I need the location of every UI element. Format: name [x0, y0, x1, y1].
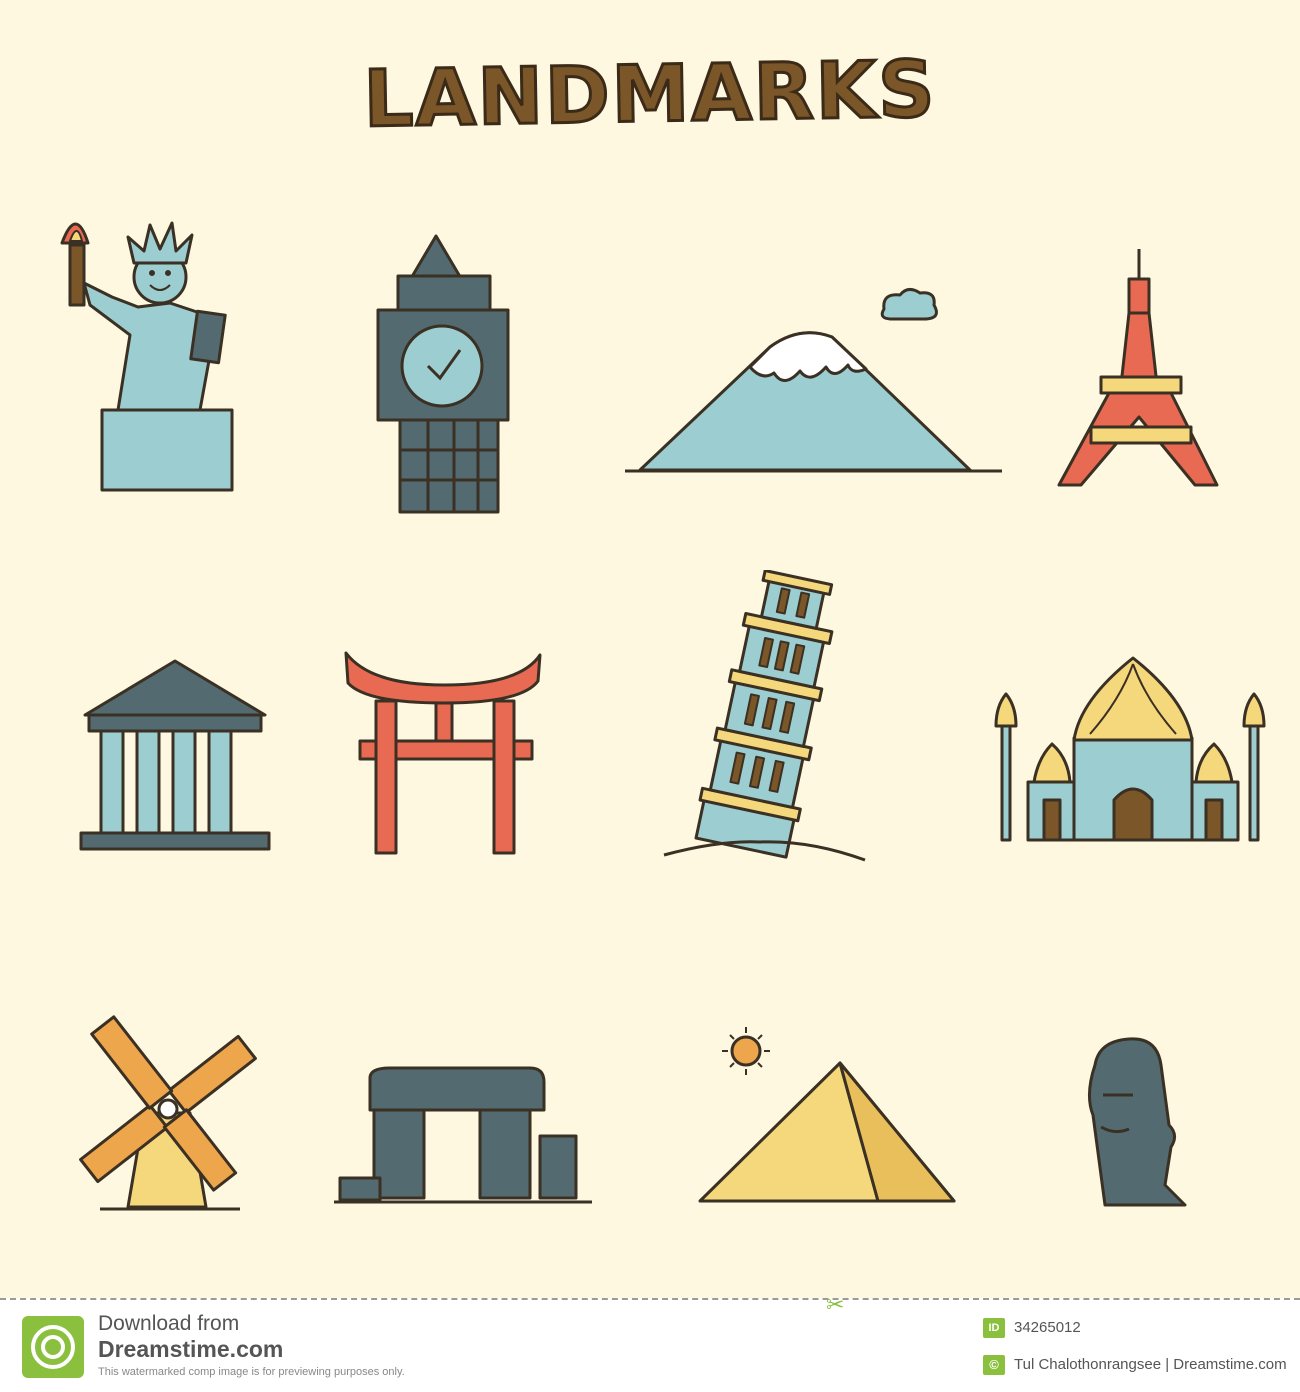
author-credit: Tul Chalothonrangsee | Dreamstime.com — [1014, 1356, 1287, 1373]
moai-icon — [1088, 1037, 1187, 1207]
leaning-tower-of-pisa-icon — [663, 570, 866, 862]
preview-note: This watermarked comp image is for previ… — [98, 1366, 405, 1378]
taj-mahal-icon — [994, 656, 1266, 842]
torii-gate-icon — [344, 651, 542, 855]
download-from-text: Download from — [98, 1312, 240, 1335]
id-badge: ID — [983, 1318, 1005, 1338]
eiffel-tower-icon — [1057, 249, 1219, 487]
big-ben-icon — [376, 234, 510, 514]
page-title: LANDMARKS — [361, 44, 938, 147]
dreamstime-logo-icon — [22, 1316, 84, 1378]
parthenon-icon — [79, 659, 271, 851]
scissors-icon: ✂ — [826, 1292, 845, 1317]
statue-of-liberty-icon — [60, 221, 234, 492]
stonehenge-icon — [334, 1066, 592, 1204]
pyramid-icon — [698, 1027, 956, 1203]
copyright-icon: © — [983, 1355, 1005, 1375]
image-id: 34265012 — [1014, 1319, 1081, 1336]
windmill-icon — [79, 1015, 257, 1211]
mount-fuji-icon — [625, 288, 1002, 473]
watermark-footer: Download from Dreamstime.com This waterm… — [0, 1292, 1300, 1392]
dreamstime-link[interactable]: Dreamstime.com — [98, 1336, 283, 1363]
